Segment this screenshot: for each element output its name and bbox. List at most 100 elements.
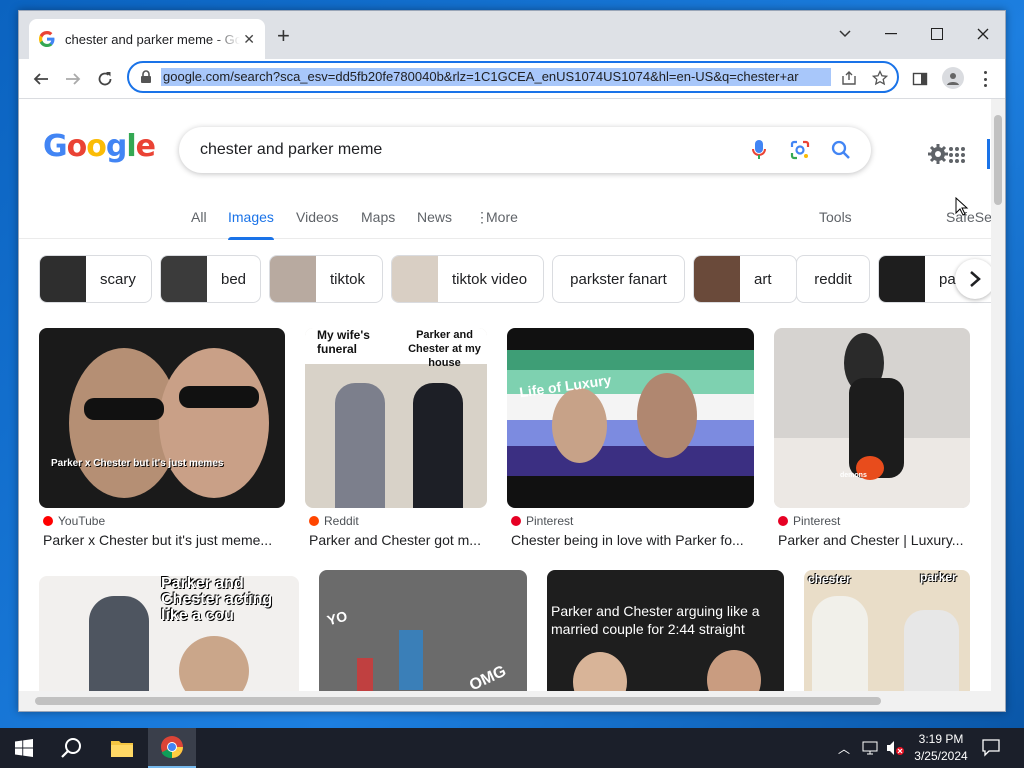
search-icon	[61, 738, 81, 758]
taskbar: ︿ 3:19 PM 3/25/2024	[0, 728, 1024, 768]
result-source: Pinterest	[511, 514, 573, 528]
browser-tab[interactable]: chester and parker meme - Goog ✕	[29, 19, 265, 59]
new-tab-button[interactable]: +	[277, 25, 290, 47]
close-window-button[interactable]	[963, 19, 1003, 49]
chip-bed[interactable]: bed	[160, 255, 261, 303]
result-thumbnail[interactable]: chester parker	[804, 570, 970, 691]
forward-button[interactable]	[59, 65, 87, 93]
chip-thumbnail	[694, 256, 740, 302]
result-thumbnail[interactable]: Parker x Chester but it's just memes	[39, 328, 285, 508]
search-taskbar-button[interactable]	[48, 728, 96, 768]
horizontal-scroll-thumb[interactable]	[35, 697, 881, 705]
windows-logo-icon	[15, 739, 33, 757]
thumbnail-caption-left: My wife's funeral	[317, 328, 370, 356]
chip-label: art	[754, 270, 772, 288]
search-box[interactable]: chester and parker meme	[179, 127, 871, 173]
result-thumbnail[interactable]: My wife's funeral Parker and Chester at …	[305, 328, 487, 508]
sign-in-button-edge[interactable]	[987, 139, 990, 169]
result-title[interactable]: Parker and Chester got m...	[309, 532, 489, 548]
horizontal-scrollbar[interactable]	[19, 691, 1005, 711]
system-clock[interactable]: 3:19 PM 3/25/2024	[906, 731, 976, 765]
result-thumbnail[interactable]: Parker and Chester acting like a cou	[39, 576, 299, 691]
thumbnail-caption: demons	[840, 472, 867, 479]
chip-tiktok[interactable]: tiktok	[269, 255, 383, 303]
tab-images[interactable]: Images	[228, 209, 274, 240]
share-icon[interactable]	[841, 70, 857, 86]
url-text[interactable]: google.com/search?sca_esv=dd5fb20fe78004…	[161, 68, 831, 86]
tab-title: chester and parker meme - Goog	[65, 31, 240, 47]
chrome-icon	[161, 736, 183, 759]
network-icon[interactable]	[862, 741, 878, 755]
chip-scary[interactable]: scary	[39, 255, 152, 303]
browser-window: chester and parker meme - Goog ✕ + googl…	[18, 10, 1006, 712]
thumbnail-caption-a: YO	[325, 607, 349, 629]
clock-time: 3:19 PM	[918, 732, 964, 746]
google-logo[interactable]: Google	[43, 129, 156, 164]
thumbnail-caption: Parker and Chester arguing like a marrie…	[551, 603, 760, 637]
tab-maps[interactable]: Maps	[361, 209, 395, 225]
lens-camera-icon[interactable]	[790, 140, 810, 160]
maximize-button[interactable]	[917, 19, 957, 49]
back-button[interactable]	[27, 65, 55, 93]
vertical-scrollbar[interactable]	[991, 99, 1005, 691]
chip-thumbnail	[270, 256, 316, 302]
settings-gear-icon[interactable]	[927, 143, 949, 165]
chip-label: bed	[221, 270, 247, 288]
chip-thumbnail	[392, 256, 438, 302]
tab-more[interactable]: More	[486, 209, 518, 225]
chip-tiktok-video[interactable]: tiktok video	[391, 255, 544, 303]
browser-toolbar: google.com/search?sca_esv=dd5fb20fe78004…	[19, 59, 1005, 99]
result-source: Pinterest	[778, 514, 840, 528]
thumbnail-caption-b: OMG	[466, 662, 509, 691]
bookmark-star-icon[interactable]	[872, 70, 888, 86]
site-info-icon[interactable]	[139, 70, 153, 84]
tools-button[interactable]: Tools	[819, 209, 852, 225]
chip-thumbnail	[40, 256, 86, 302]
tab-search-chevron-icon[interactable]	[825, 19, 865, 49]
result-thumbnail[interactable]: Parker and Chester arguing like a marrie…	[547, 570, 784, 691]
chip-reddit[interactable]: reddit	[796, 255, 870, 303]
clock-date: 3/25/2024	[914, 749, 968, 763]
result-title[interactable]: Parker x Chester but it's just meme...	[43, 532, 283, 548]
tab-videos[interactable]: Videos	[296, 209, 339, 225]
result-source: YouTube	[43, 514, 105, 528]
reload-button[interactable]	[91, 65, 119, 93]
start-button[interactable]	[0, 728, 48, 768]
search-results-page: Google chester and parker meme All Image…	[19, 99, 991, 691]
google-favicon-icon	[39, 31, 55, 47]
chrome-taskbar-button[interactable]	[148, 728, 196, 768]
show-hidden-icons-chevron-icon[interactable]: ︿	[838, 740, 850, 757]
search-icon[interactable]	[831, 140, 851, 160]
tab-all[interactable]: All	[191, 209, 207, 225]
thumbnail-caption-right: Parker and Chester at my house	[408, 329, 481, 369]
result-thumbnail[interactable]: Life of Luxury	[507, 328, 754, 508]
thumbnail-caption: Parker and Chester acting like a cou	[161, 576, 273, 624]
chip-thumbnail	[161, 256, 207, 302]
side-panel-icon[interactable]	[912, 71, 928, 87]
profile-avatar[interactable]	[942, 67, 964, 89]
browser-menu-icon[interactable]	[981, 69, 989, 89]
chip-label: reddit	[814, 270, 852, 288]
voice-search-mic-icon[interactable]	[751, 139, 767, 161]
result-thumbnail[interactable]: YO OMG	[319, 570, 527, 691]
chip-parkster-fanart[interactable]: parkster fanart	[552, 255, 685, 303]
vertical-scroll-thumb[interactable]	[994, 115, 1002, 205]
volume-muted-icon[interactable]	[886, 740, 904, 756]
file-explorer-button[interactable]	[98, 728, 146, 768]
notifications-icon[interactable]	[982, 739, 1000, 757]
tab-close-icon[interactable]: ✕	[243, 31, 255, 47]
minimize-button[interactable]	[871, 19, 911, 49]
result-title[interactable]: Chester being in love with Parker fo...	[511, 532, 756, 548]
apps-grid-icon[interactable]	[949, 147, 965, 163]
title-bar: chester and parker meme - Goog ✕ +	[19, 11, 1005, 59]
chips-next-button[interactable]	[955, 259, 991, 299]
chip-label: scary	[100, 270, 136, 288]
tab-news[interactable]: News	[417, 209, 452, 225]
result-title[interactable]: Parker and Chester | Luxury...	[778, 532, 968, 548]
address-bar[interactable]: google.com/search?sca_esv=dd5fb20fe78004…	[127, 61, 899, 93]
search-input[interactable]: chester and parker meme	[200, 141, 382, 159]
result-thumbnail[interactable]: demons	[774, 328, 970, 508]
thumbnail-caption: Parker x Chester but it's just memes	[51, 458, 224, 469]
chip-art[interactable]: art	[693, 255, 797, 303]
chip-label: tiktok video	[452, 270, 528, 288]
